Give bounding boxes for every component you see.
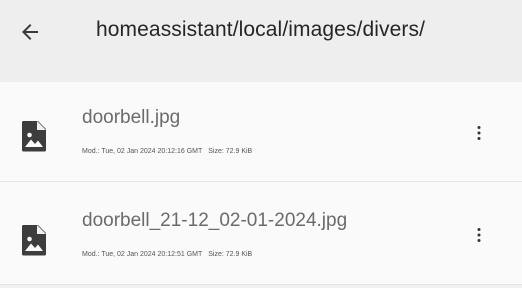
file-name: doorbell.jpg	[82, 107, 181, 128]
file-name: doorbell_21-12_02-01-2024.jpg	[82, 210, 348, 231]
file-modified: Mod.: Tue, 02 Jan 2024 20:12:16 GMT	[82, 148, 203, 155]
file-item[interactable]: doorbell_21-12_02-01-2024.jpg Mod.: Tue,…	[0, 182, 522, 285]
header-bar: homeassistant/local/images/divers/	[0, 0, 522, 82]
file-meta: Mod.: Tue, 02 Jan 2024 20:12:51 GMT Size:…	[82, 251, 252, 258]
file-meta: Mod.: Tue, 02 Jan 2024 20:12:16 GMT Size:…	[82, 148, 252, 155]
image-file-icon	[22, 121, 46, 152]
file-browser: homeassistant/local/images/divers/ doorb…	[0, 0, 522, 288]
image-file-icon	[22, 225, 46, 256]
file-menu-button[interactable]	[466, 222, 492, 248]
current-path: homeassistant/local/images/divers/	[96, 18, 426, 41]
file-size: Size: 72.9 KiB	[208, 148, 253, 155]
back-button[interactable]	[12, 14, 48, 50]
arrow-left-icon	[22, 24, 38, 40]
more-vertical-icon	[477, 126, 481, 140]
file-menu-button[interactable]	[466, 120, 492, 146]
file-list: doorbell.jpg Mod.: Tue, 02 Jan 2024 20:1…	[0, 82, 522, 285]
more-vertical-icon	[477, 228, 481, 242]
file-modified: Mod.: Tue, 02 Jan 2024 20:12:51 GMT	[82, 251, 203, 258]
file-item[interactable]: doorbell.jpg Mod.: Tue, 02 Jan 2024 20:1…	[0, 82, 522, 182]
file-size: Size: 72.9 KiB	[208, 251, 253, 258]
